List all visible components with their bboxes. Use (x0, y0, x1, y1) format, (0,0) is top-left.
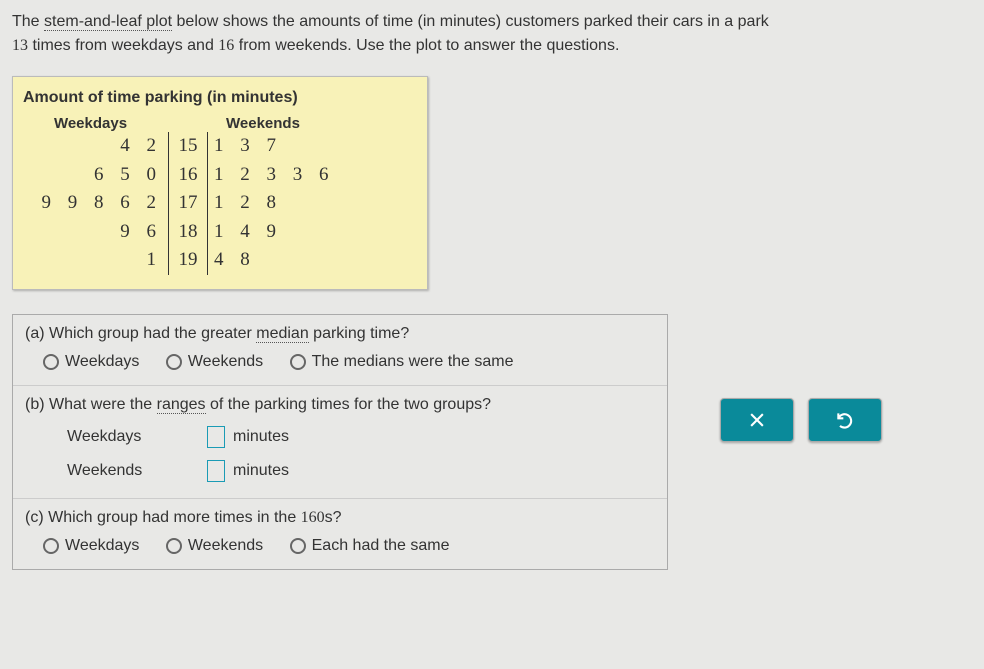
num-13: 13 (12, 37, 28, 54)
qa-text: (a) Which group had the greater (25, 325, 256, 342)
problem-intro: The stem-and-leaf plot below shows the a… (12, 10, 972, 58)
radio-weekends[interactable]: Weekends (166, 537, 263, 555)
action-buttons (720, 398, 882, 442)
unit-label: minutes (233, 428, 289, 446)
intro-text: below shows the amounts of time (in minu… (172, 13, 769, 30)
plot-row: 9 6 18 1 4 9 (13, 218, 427, 247)
intro-text: times from weekdays and (28, 37, 218, 54)
radio-same[interactable]: The medians were the same (290, 353, 514, 371)
radio-weekdays[interactable]: Weekdays (43, 537, 139, 555)
question-b: (b) What were the ranges of the parking … (13, 385, 667, 498)
plot-leaf-right: 1 2 3 3 6 (208, 161, 427, 190)
radio-icon (43, 538, 59, 554)
qb-text: of the parking times for the two groups? (206, 396, 491, 413)
radio-icon (166, 538, 182, 554)
stem-leaf-plot: Amount of time parking (in minutes) Week… (12, 76, 428, 290)
opt-label: Weekdays (65, 353, 139, 371)
plot-header-left: Weekdays (13, 115, 168, 132)
opt-label: Each had the same (312, 537, 450, 555)
opt-label: Weekends (188, 537, 263, 555)
plot-leaf-left: 6 5 0 (13, 161, 168, 190)
clear-button[interactable] (720, 398, 794, 442)
stem-leaf-term[interactable]: stem-and-leaf plot (44, 13, 172, 31)
median-term[interactable]: median (256, 325, 308, 343)
opt-label: The medians were the same (312, 353, 514, 371)
plot-row: 9 9 8 6 2 17 1 2 8 (13, 189, 427, 218)
plot-stem: 16 (168, 161, 208, 190)
radio-icon (166, 354, 182, 370)
plot-leaf-right: 1 4 9 (208, 218, 427, 247)
close-icon (747, 410, 767, 430)
num-160: 160 (301, 509, 325, 526)
radio-icon (290, 538, 306, 554)
plot-leaf-left: 9 6 (13, 218, 168, 247)
radio-same[interactable]: Each had the same (290, 537, 450, 555)
radio-icon (290, 354, 306, 370)
range-label-weekdays: Weekdays (67, 428, 207, 446)
ranges-term[interactable]: ranges (157, 396, 206, 414)
opt-label: Weekdays (65, 537, 139, 555)
qa-text: parking time? (309, 325, 410, 342)
plot-row: 1 19 4 8 (13, 246, 427, 275)
plot-stem: 18 (168, 218, 208, 247)
num-16: 16 (218, 37, 234, 54)
plot-leaf-right: 1 2 8 (208, 189, 427, 218)
intro-text: from weekends. Use the plot to answer th… (234, 37, 619, 54)
intro-text: The (12, 13, 44, 30)
plot-header-right: Weekends (208, 115, 427, 132)
plot-stem: 15 (168, 132, 208, 161)
question-c: (c) Which group had more times in the 16… (13, 498, 667, 569)
questions-box: (a) Which group had the greater median p… (12, 314, 668, 570)
plot-stem: 17 (168, 189, 208, 218)
plot-leaf-right: 1 3 7 (208, 132, 427, 161)
radio-icon (43, 354, 59, 370)
plot-title: Amount of time parking (in minutes) (13, 89, 427, 115)
reset-button[interactable] (808, 398, 882, 442)
plot-leaf-left: 4 2 (13, 132, 168, 161)
plot-leaf-left: 9 9 8 6 2 (13, 189, 168, 218)
plot-stem: 19 (168, 246, 208, 275)
qc-text: (c) Which group had more times in the (25, 509, 301, 526)
radio-weekends[interactable]: Weekends (166, 353, 263, 371)
plot-row: 4 2 15 1 3 7 (13, 132, 427, 161)
plot-row: 6 5 0 16 1 2 3 3 6 (13, 161, 427, 190)
qb-text: (b) What were the (25, 396, 157, 413)
weekends-range-input[interactable] (207, 460, 225, 482)
unit-label: minutes (233, 462, 289, 480)
range-label-weekends: Weekends (67, 462, 207, 480)
plot-leaf-right: 4 8 (208, 246, 427, 275)
weekdays-range-input[interactable] (207, 426, 225, 448)
plot-leaf-left: 1 (13, 246, 168, 275)
qc-text: s? (325, 509, 342, 526)
question-a: (a) Which group had the greater median p… (13, 315, 667, 385)
radio-weekdays[interactable]: Weekdays (43, 353, 139, 371)
undo-icon (835, 410, 855, 430)
opt-label: Weekends (188, 353, 263, 371)
